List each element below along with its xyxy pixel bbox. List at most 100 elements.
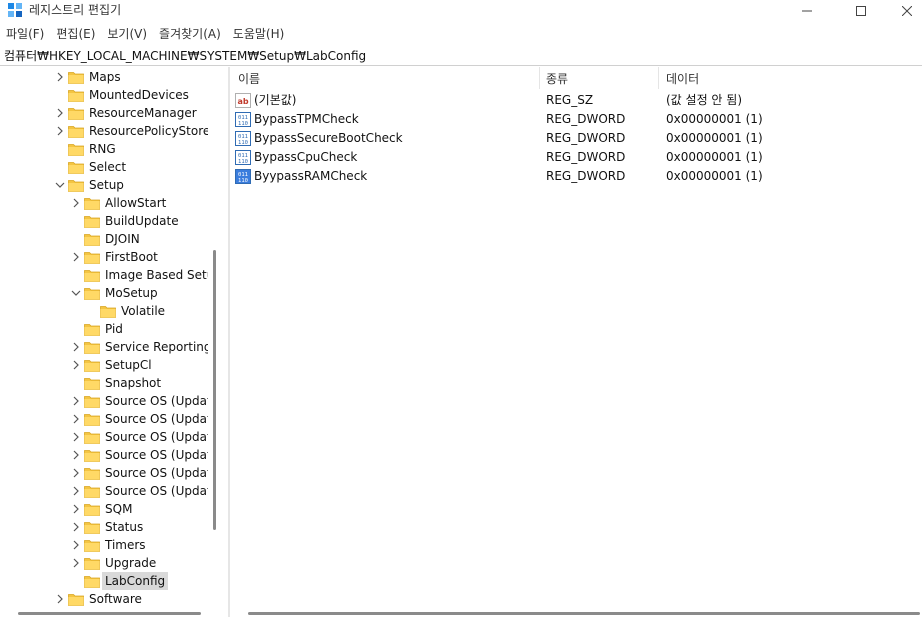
tree-item[interactable]: ResourceManager [0,104,208,122]
tree-vertical-scroll-thumb[interactable] [213,250,216,530]
chevron-right-icon[interactable] [55,126,65,136]
tree-item[interactable]: Source OS (Update [0,410,208,428]
tree-item[interactable]: FirstBoot [0,248,208,266]
tree-item[interactable]: MoSetup [0,284,208,302]
chevron-right-icon[interactable] [71,432,81,442]
chevron-right-icon[interactable] [71,360,81,370]
value-type: REG_DWORD [546,131,626,145]
chevron-right-icon[interactable] [71,450,81,460]
menu-view[interactable]: 보기(V) [101,23,153,45]
chevron-down-icon[interactable] [71,288,81,298]
tree-item[interactable]: Source OS (Update [0,428,208,446]
folder-icon [84,486,100,498]
tree-item-label: MountedDevices [89,88,189,102]
tree-item[interactable]: Source OS (Update [0,446,208,464]
value-row[interactable]: ab (기본값) REG_SZ (값 설정 안 됨) [230,91,922,110]
tree-item[interactable]: Select [0,158,208,176]
menu-edit[interactable]: 편집(E) [50,23,101,45]
window-title: 레지스트리 편집기 [29,3,122,17]
tree-item[interactable]: SQM [0,500,208,518]
chevron-right-icon[interactable] [71,198,81,208]
tree-item[interactable]: MountedDevices [0,86,208,104]
tree-item-label: SetupCl [105,358,152,372]
tree-item[interactable]: Image Based Setup [0,266,208,284]
tree-item[interactable]: LabConfig [0,572,208,590]
chevron-right-icon[interactable] [71,414,81,424]
value-row[interactable]: 011 110 BypassCpuCheck REG_DWORD 0x00000001 … [230,148,922,167]
tree-item[interactable]: SetupCl [0,356,208,374]
chevron-down-icon[interactable] [55,180,65,190]
tree-item[interactable]: Snapshot [0,374,208,392]
value-data: (값 설정 안 됨) [666,93,743,107]
tree-item-label: BuildUpdate [105,214,179,228]
folder-icon [84,342,100,354]
tree-item-label: Source OS (Update [105,466,208,480]
chevron-right-icon[interactable] [71,522,81,532]
tree-item[interactable]: Maps [0,68,208,86]
folder-icon [84,288,100,300]
chevron-right-icon[interactable] [55,72,65,82]
tree-item[interactable]: Volatile [0,302,208,320]
chevron-right-icon[interactable] [71,504,81,514]
tree-item[interactable]: Source OS (Update [0,482,208,500]
tree-item[interactable]: Software [0,590,208,607]
address-bar[interactable]: 컴퓨터₩HKEY_LOCAL_MACHINE₩SYSTEM₩Setup₩LabC… [0,45,922,66]
close-button[interactable] [884,0,922,22]
tree-item[interactable]: Upgrade [0,554,208,572]
column-header-data[interactable]: 데이터 [666,70,699,87]
key-tree[interactable]: Maps MountedDevices ResourceManager Resourc… [0,67,208,607]
svg-text:110: 110 [238,178,248,184]
tree-item[interactable]: Status [0,518,208,536]
menu-file[interactable]: 파일(F) [0,23,50,45]
chevron-right-icon[interactable] [71,396,81,406]
tree-item[interactable]: Service Reporting A [0,338,208,356]
tree-item[interactable]: Timers [0,536,208,554]
tree-item[interactable]: RNG [0,140,208,158]
tree-item-label: LabConfig [102,572,169,590]
tree-item[interactable]: BuildUpdate [0,212,208,230]
list-header: 이름 종류 데이터 [230,67,922,89]
minimize-button[interactable] [784,0,830,22]
chevron-right-icon[interactable] [71,468,81,478]
folder-icon [84,324,100,336]
tree-item-label: Timers [105,538,146,552]
value-type: REG_DWORD [546,169,626,183]
chevron-right-icon[interactable] [55,594,65,604]
column-header-name[interactable]: 이름 [238,70,260,87]
chevron-right-icon[interactable] [71,252,81,262]
tree-item[interactable]: DJOIN [0,230,208,248]
tree-item-label: ResourcePolicyStore [89,124,208,138]
address-path[interactable]: 컴퓨터₩HKEY_LOCAL_MACHINE₩SYSTEM₩Setup₩LabC… [4,47,366,64]
value-name: ByypassRAMCheck [254,169,368,183]
value-row[interactable]: 011 110 BypassTPMCheck REG_DWORD 0x00000001 … [230,110,922,129]
regedit-icon [8,3,22,17]
menu-favorites[interactable]: 즐겨찾기(A) [153,23,227,45]
value-data: 0x00000001 (1) [666,112,763,126]
folder-icon [84,522,100,534]
chevron-right-icon[interactable] [71,558,81,568]
list-horizontal-scroll-thumb[interactable] [248,612,920,615]
tree-item[interactable]: ResourcePolicyStore [0,122,208,140]
tree-item[interactable]: AllowStart [0,194,208,212]
tree-item[interactable]: Source OS (Update [0,464,208,482]
column-divider[interactable] [539,67,540,89]
column-divider[interactable] [658,67,659,89]
chevron-right-icon[interactable] [71,540,81,550]
tree-item-label: Select [89,160,127,174]
tree-horizontal-scroll-thumb[interactable] [18,612,201,615]
tree-item[interactable]: Setup [0,176,208,194]
chevron-right-icon[interactable] [71,486,81,496]
minimize-icon [802,10,812,12]
tree-item-label: Volatile [121,304,166,318]
binary-value-icon: 011110 [235,169,251,184]
value-row[interactable]: 011 110 BypassSecureBootCheck REG_DWORD 0x00… [230,129,922,148]
folder-icon [84,270,100,282]
column-header-type[interactable]: 종류 [546,70,568,87]
maximize-button[interactable] [838,0,884,22]
chevron-right-icon[interactable] [55,108,65,118]
menu-help[interactable]: 도움말(H) [227,23,291,45]
tree-item[interactable]: Source OS (Update [0,392,208,410]
value-row[interactable]: 011 110 ByypassRAMCheck REG_DWORD 0x00000001… [230,167,922,186]
chevron-right-icon[interactable] [71,342,81,352]
tree-item[interactable]: Pid [0,320,208,338]
